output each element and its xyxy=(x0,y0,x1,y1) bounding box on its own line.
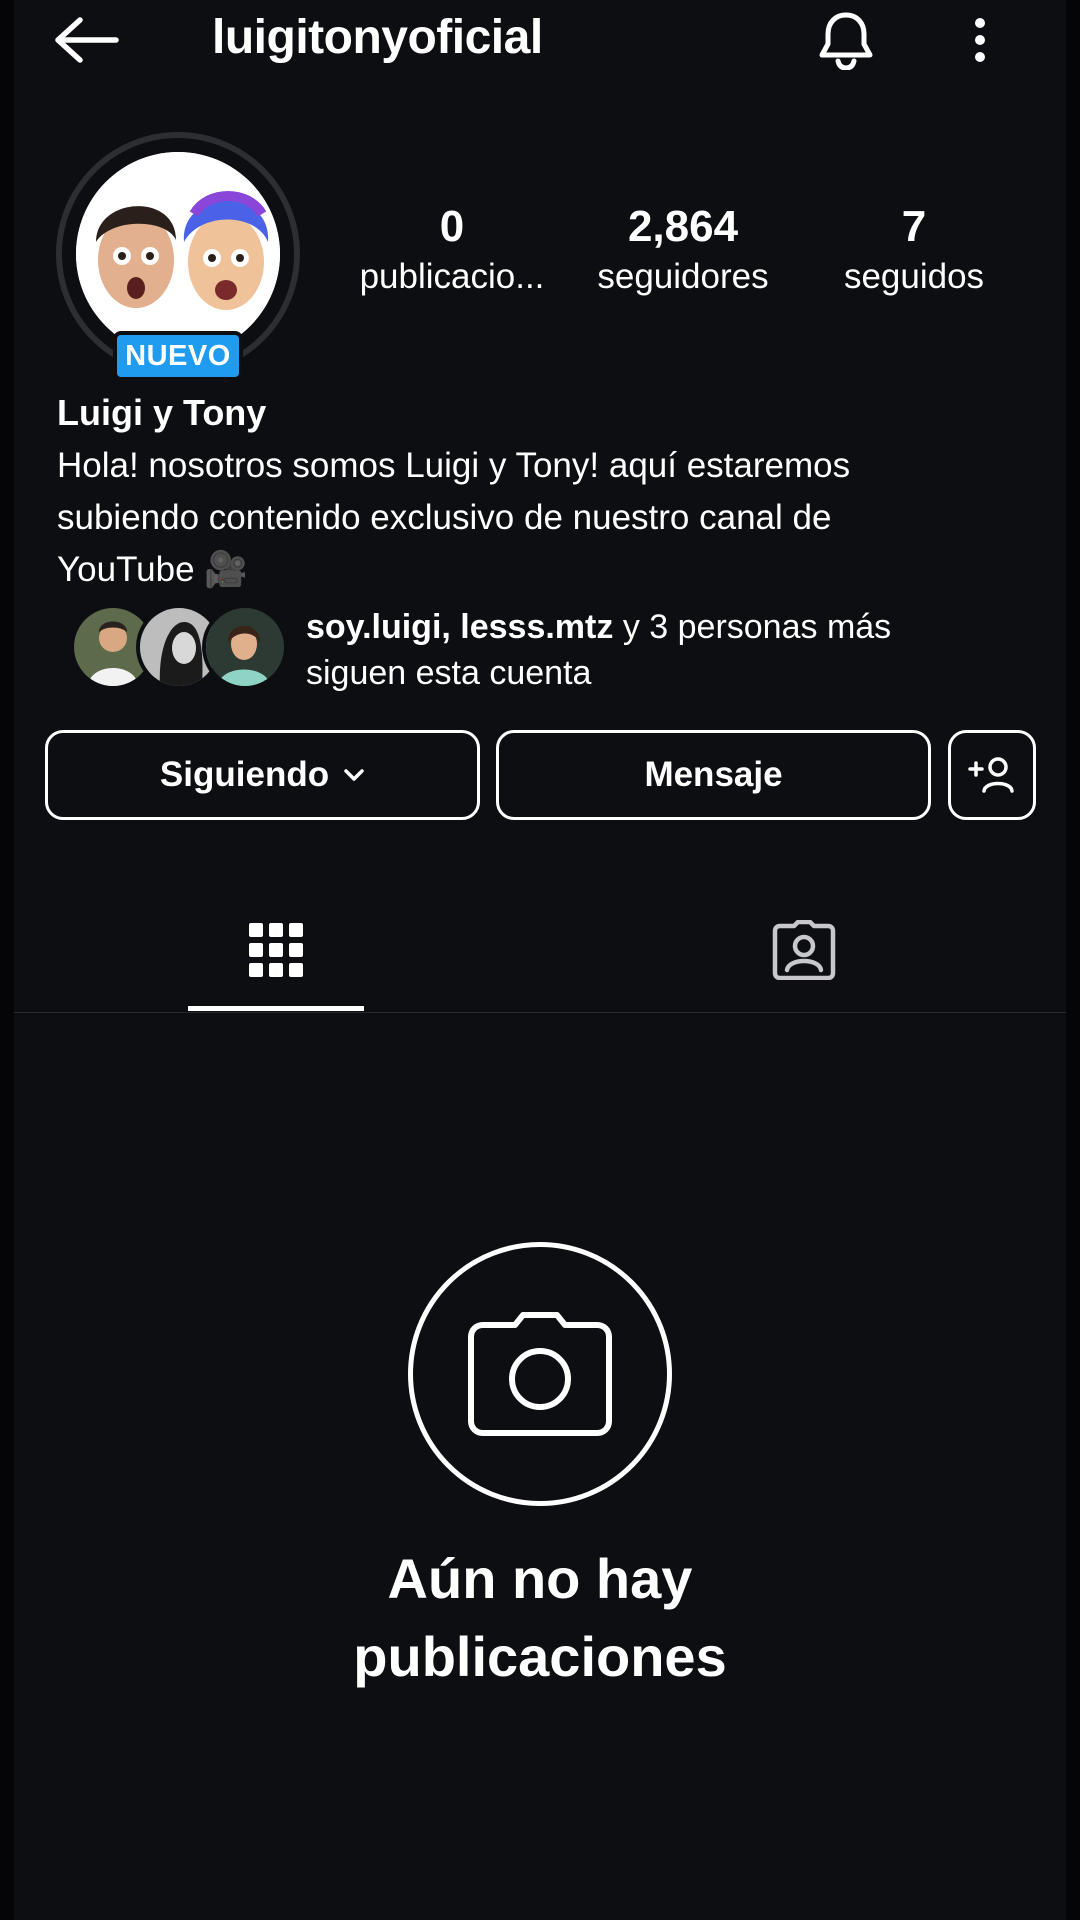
stat-posts[interactable]: 0 publicacio... xyxy=(342,200,562,300)
empty-state-line2: publicaciones xyxy=(353,1625,727,1688)
message-button-label: Mensaje xyxy=(644,755,783,794)
empty-state-line1: Aún no hay xyxy=(387,1547,693,1610)
followers-count: 2,864 xyxy=(627,202,739,251)
tab-tagged[interactable] xyxy=(716,890,892,1010)
frame-edge-right xyxy=(1066,0,1080,1920)
top-bar: luigitonyoficial xyxy=(0,0,1080,80)
new-account-badge: NUEVO xyxy=(113,331,243,381)
bio-line: subiendo contenido exclusivo de nuestro … xyxy=(57,498,832,537)
notifications-button[interactable] xyxy=(812,8,880,72)
tab-posts-grid[interactable] xyxy=(188,890,364,1010)
following-label: seguidos xyxy=(843,257,985,296)
stat-following[interactable]: 7 seguidos xyxy=(804,200,1024,300)
suggested-accounts-button[interactable] xyxy=(948,730,1036,820)
empty-state-camera-circle xyxy=(408,1242,672,1506)
mutual-followers-avatars[interactable] xyxy=(70,604,290,690)
profile-avatar[interactable] xyxy=(76,152,280,356)
mutual-avatar xyxy=(202,604,288,690)
profile-username-title: luigitonyoficial xyxy=(212,11,543,64)
following-count: 7 xyxy=(901,202,927,251)
mutual-line2: siguen esta cuenta xyxy=(306,654,592,692)
empty-state-title: Aún no hay publicaciones xyxy=(240,1540,840,1696)
frame-edge-left xyxy=(0,0,14,1920)
bio-line: YouTube 🎥 xyxy=(57,550,248,589)
bio: Hola! nosotros somos Luigi y Tony! aquí … xyxy=(57,440,1037,596)
mutual-rest: y 3 personas más xyxy=(613,608,892,646)
tagged-person-icon xyxy=(772,920,836,980)
more-vertical-icon xyxy=(975,18,985,62)
posts-label: publicacio... xyxy=(359,257,545,296)
following-button-label: Siguiendo xyxy=(159,755,330,794)
display-name: Luigi y Tony xyxy=(57,392,267,433)
arrow-left-icon xyxy=(55,17,119,63)
tabs-divider xyxy=(14,1012,1066,1013)
posts-count: 0 xyxy=(439,202,465,251)
message-button[interactable]: Mensaje xyxy=(496,730,931,820)
camera-icon xyxy=(468,1312,612,1436)
more-options-button[interactable] xyxy=(960,8,1000,72)
chevron-down-icon xyxy=(344,769,364,781)
stat-followers[interactable]: 2,864 seguidores xyxy=(573,200,793,300)
bell-icon xyxy=(819,12,873,70)
back-button[interactable] xyxy=(52,12,128,68)
bio-line: Hola! nosotros somos Luigi y Tony! aquí … xyxy=(57,446,851,485)
add-person-icon xyxy=(968,757,1014,793)
following-button[interactable]: Siguiendo xyxy=(45,730,480,820)
mutual-followers-text[interactable]: soy.luigi, lesss.mtz y 3 personas más si… xyxy=(306,604,891,696)
mutual-names: soy.luigi, lesss.mtz xyxy=(306,608,614,646)
active-tab-indicator xyxy=(188,1006,364,1011)
followers-label: seguidores xyxy=(597,257,769,296)
grid-icon xyxy=(249,923,303,977)
avatar-photo xyxy=(76,152,280,356)
